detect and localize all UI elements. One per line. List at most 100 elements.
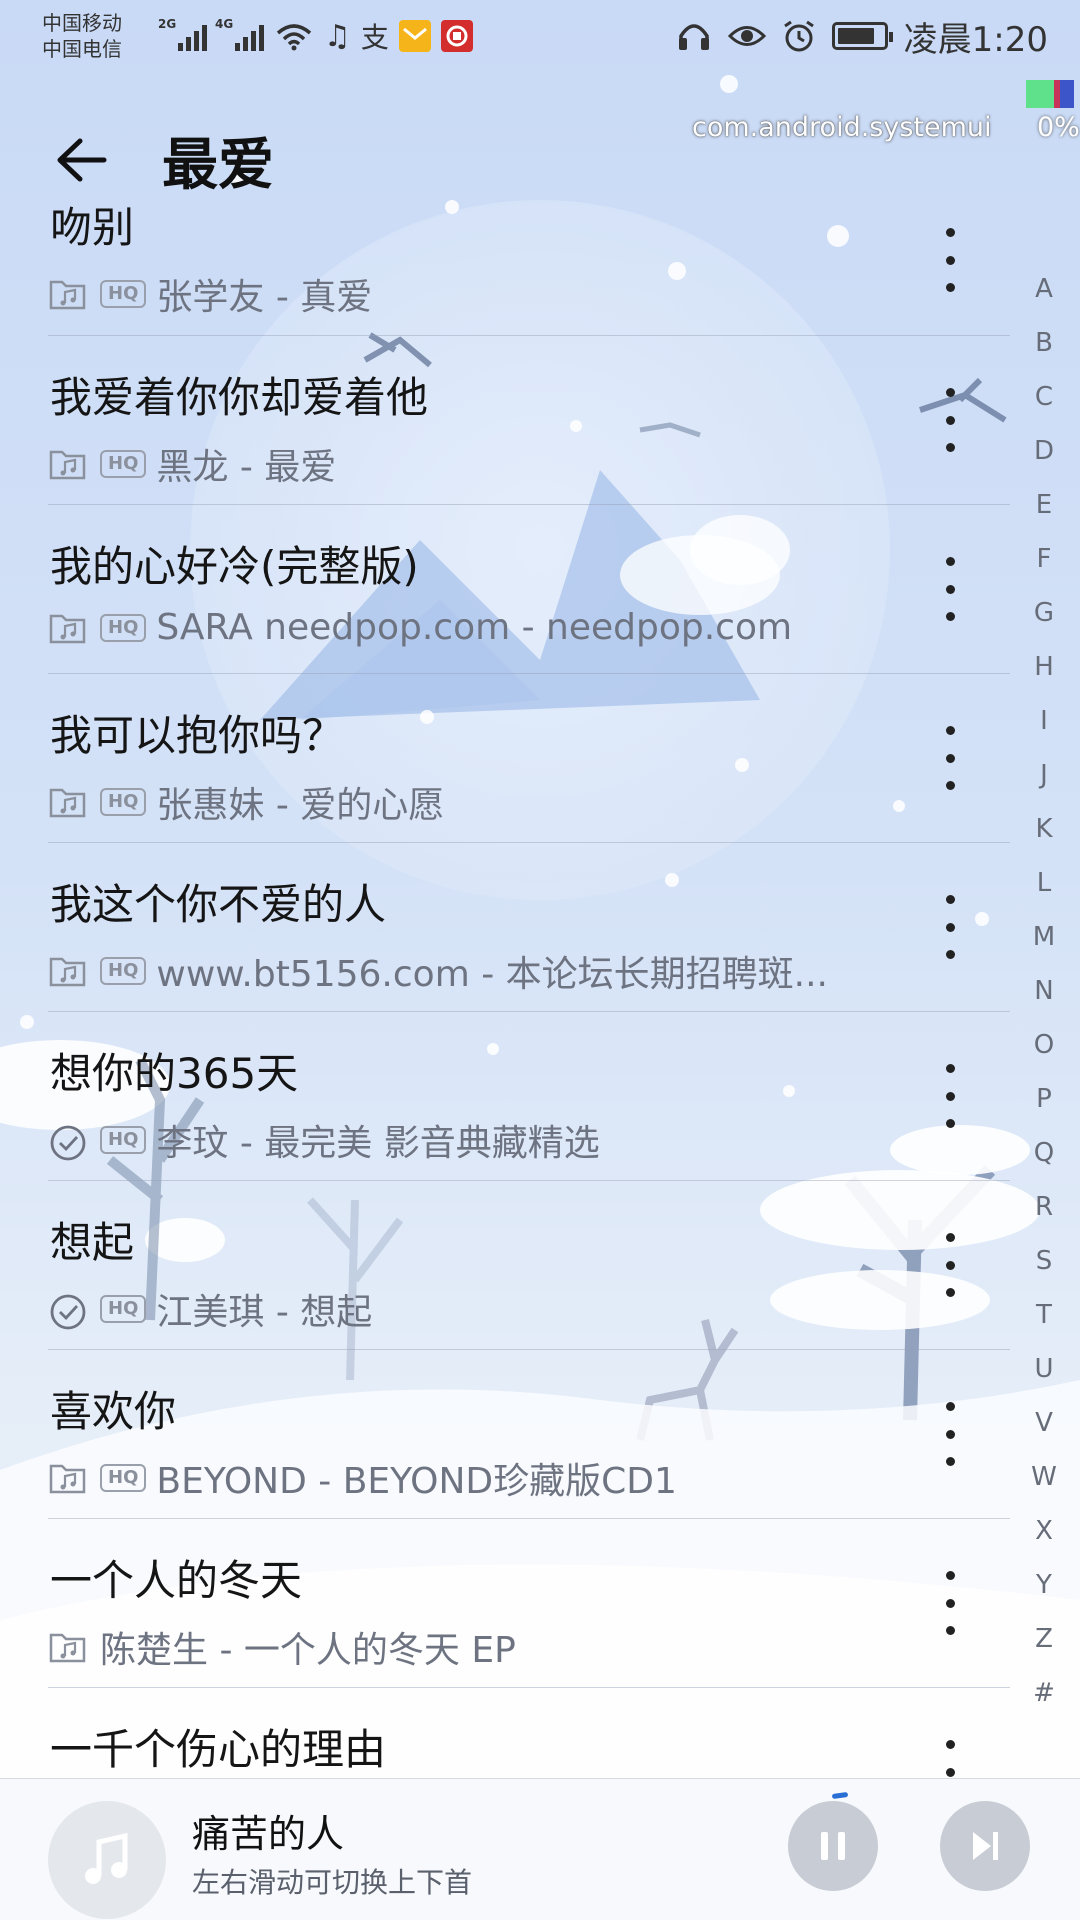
song-row[interactable]: 我的心好冷(完整版) HQ SARA needpop.com - needpop.c… — [48, 505, 1010, 674]
song-row[interactable]: 喜欢你 HQ BEYOND - BEYOND珍藏版CD1 — [48, 1350, 1010, 1519]
more-options-button[interactable] — [930, 887, 970, 967]
hq-badge: HQ — [100, 957, 147, 985]
dot — [945, 557, 955, 566]
hq-badge: HQ — [100, 1126, 147, 1154]
alpha-index-letter[interactable]: J — [1008, 748, 1080, 802]
song-row[interactable]: 想起 HQ 江美琪 - 想起 — [48, 1181, 1010, 1350]
alpha-index-letter[interactable]: R — [1008, 1180, 1080, 1234]
song-row[interactable]: 想你的365天 HQ 李玟 - 最完美 影音典藏精选 — [48, 1012, 1010, 1181]
more-options-button[interactable] — [930, 1394, 970, 1474]
more-options-button[interactable] — [930, 1056, 970, 1136]
bank-icon — [440, 20, 473, 52]
alpha-index-letter[interactable]: O — [1008, 1018, 1080, 1072]
song-title: 我爱着你你却爱着他 — [50, 373, 429, 422]
dot — [945, 388, 955, 397]
signal-icon: 4G — [215, 17, 264, 51]
network-type-label: 4G — [215, 17, 234, 31]
song-artist-album: SARA needpop.com - needpop.com — [156, 607, 793, 648]
alpha-index-letter[interactable]: V — [1008, 1396, 1080, 1450]
alpha-index-letter[interactable]: M — [1008, 910, 1080, 964]
more-options-button[interactable] — [930, 220, 970, 300]
alpha-index-letter[interactable]: G — [1008, 586, 1080, 640]
alarm-icon — [783, 20, 814, 52]
dot — [945, 1626, 955, 1635]
album-art[interactable] — [48, 1801, 166, 1919]
alpha-index-letter[interactable]: P — [1008, 1072, 1080, 1126]
alpha-index-letter[interactable]: Y — [1008, 1558, 1080, 1612]
alpha-index-letter[interactable]: D — [1008, 424, 1080, 478]
alpha-index-letter[interactable]: B — [1008, 316, 1080, 370]
song-subtitle-row: HQ SARA needpop.com - needpop.com — [48, 607, 792, 648]
mini-player[interactable]: 痛苦的人 左右滑动可切换上下首 — [0, 1778, 1080, 1920]
alpha-index-letter[interactable]: W — [1008, 1450, 1080, 1504]
hq-badge: HQ — [100, 450, 147, 478]
song-row[interactable]: 一千个伤心的理由 — [48, 1688, 1010, 1778]
alpha-index-letter[interactable]: S — [1008, 1234, 1080, 1288]
signal-icon: 2G — [158, 17, 207, 51]
page-title: 最爱 — [162, 132, 274, 198]
dot — [945, 950, 955, 959]
song-subtitle-row: HQ 黑龙 - 最爱 — [48, 438, 336, 490]
alpha-index-letter[interactable]: # — [1008, 1666, 1080, 1720]
song-row[interactable]: 吻别 HQ 张学友 - 真爱 — [48, 202, 1010, 336]
alpha-index-letter[interactable]: N — [1008, 964, 1080, 1018]
debug-overlay-bar — [1026, 80, 1080, 108]
song-list[interactable]: 吻别 HQ 张学友 - 真爱我爱着你你却爱着他 HQ 黑龙 - 最爱我的心好冷(完整版)… — [0, 202, 1010, 1778]
alpha-index-letter[interactable]: X — [1008, 1504, 1080, 1558]
folder-music-icon — [48, 447, 88, 481]
dot — [945, 1233, 955, 1242]
hq-badge: HQ — [100, 280, 147, 308]
alpha-index-letter[interactable]: T — [1008, 1288, 1080, 1342]
more-options-button[interactable] — [930, 1732, 970, 1778]
song-subtitle-row: HQ 江美琪 - 想起 — [48, 1283, 372, 1335]
song-row[interactable]: 一个人的冬天 陈楚生 - 一个人的冬天 EP — [48, 1519, 1010, 1688]
dot — [945, 612, 955, 621]
carrier-2: 中国电信 — [42, 37, 122, 61]
eye-icon — [727, 26, 766, 46]
dot — [945, 1429, 955, 1439]
folder-music-icon — [48, 1461, 88, 1495]
more-options-button[interactable] — [930, 1563, 970, 1643]
song-artist-album: 张学友 - 真爱 — [156, 277, 373, 318]
song-row[interactable]: 我这个你不爱的人 HQ www.bt5156.com - 本论坛长期招聘斑... — [48, 843, 1010, 1012]
alpha-index-letter[interactable]: H — [1008, 640, 1080, 694]
alpha-index-letter[interactable]: E — [1008, 478, 1080, 532]
dot — [945, 584, 955, 594]
more-options-button[interactable] — [930, 1225, 970, 1305]
song-title: 吻别 — [50, 203, 135, 252]
back-button[interactable] — [22, 118, 142, 202]
song-artist-album: 黑龙 - 最爱 — [156, 447, 337, 488]
more-options-button[interactable] — [930, 718, 970, 798]
pause-button[interactable] — [788, 1801, 878, 1891]
alpha-index-letter[interactable]: K — [1008, 802, 1080, 856]
alpha-index-letter[interactable]: I — [1008, 694, 1080, 748]
alpha-index-letter[interactable]: L — [1008, 856, 1080, 910]
more-options-button[interactable] — [930, 549, 970, 629]
dot — [945, 753, 955, 763]
song-title: 一千个伤心的理由 — [50, 1725, 387, 1774]
song-title: 我这个你不爱的人 — [50, 880, 387, 929]
arrow-left-icon — [57, 138, 107, 182]
alpha-index-letter[interactable]: Q — [1008, 1126, 1080, 1180]
alphabet-index[interactable]: A B C D E F G H I J K L M N O P Q R S T U V W X Y Z # — [1008, 262, 1080, 1720]
check-circle-icon — [48, 1123, 88, 1161]
playback-progress-indicator — [831, 1791, 849, 1800]
song-artist-album: 江美琪 - 想起 — [156, 1292, 373, 1333]
alpha-index-letter[interactable]: U — [1008, 1342, 1080, 1396]
now-playing-title: 痛苦的人 — [192, 1812, 345, 1856]
music-icon: ♫ — [324, 18, 351, 54]
alpha-index-letter[interactable]: A — [1008, 262, 1080, 316]
alpha-index-letter[interactable]: C — [1008, 370, 1080, 424]
network-type-label: 2G — [158, 17, 177, 31]
next-track-button[interactable] — [940, 1801, 1030, 1891]
song-row[interactable]: 我可以抱你吗？ HQ 张惠妹 - 爱的心愿 — [48, 674, 1010, 843]
song-row[interactable]: 我爱着你你却爱着他 HQ 黑龙 - 最爱 — [48, 336, 1010, 505]
alpha-index-letter[interactable]: Z — [1008, 1612, 1080, 1666]
hq-badge: HQ — [100, 1295, 147, 1323]
app-header: 最爱 — [0, 118, 1080, 202]
more-options-button[interactable] — [930, 380, 970, 460]
battery-icon — [831, 22, 893, 50]
song-artist-album: 陈楚生 - 一个人的冬天 EP — [100, 1630, 516, 1671]
alpha-index-letter[interactable]: F — [1008, 532, 1080, 586]
swipe-hint: 左右滑动可切换上下首 — [192, 1866, 473, 1899]
